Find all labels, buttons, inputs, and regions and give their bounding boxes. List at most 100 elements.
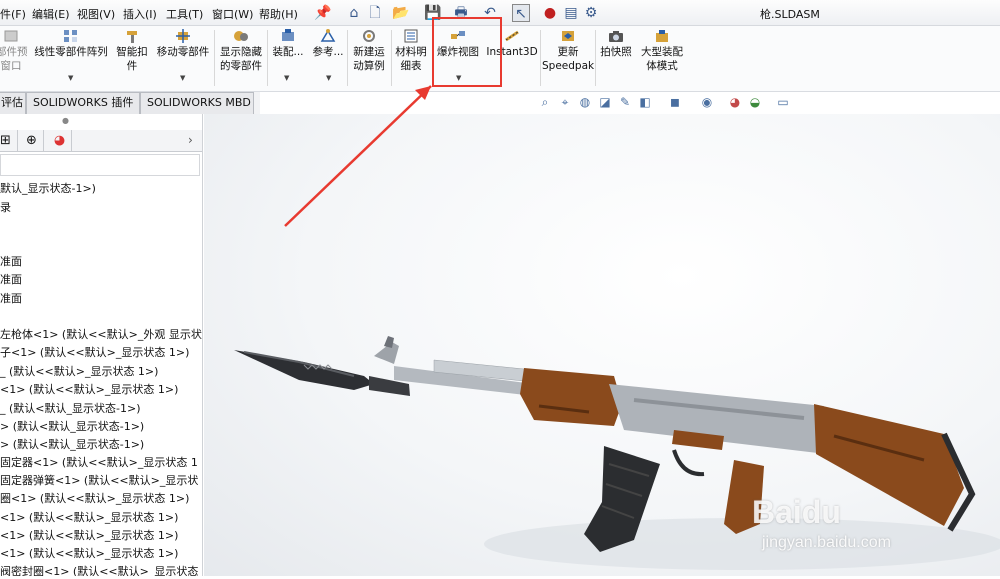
preview-window-button[interactable]: 部件预 窗口 (0, 28, 28, 73)
tree-item[interactable]: 准面 (0, 271, 22, 287)
bayonet-blade (234, 350, 374, 390)
file-properties-icon[interactable]: ▤ (562, 4, 580, 22)
preview-window-label: 部件预 窗口 (0, 46, 28, 72)
ribbon-separator (595, 30, 596, 86)
home-icon[interactable]: ⌂ (345, 4, 363, 22)
ribbon-separator (540, 30, 541, 86)
new-motion-study-label: 新建运 动算例 (353, 46, 385, 72)
feature-manager-panel: ● ⊞ ⊕ ◕ › 默认_显示状态-1>) 录 准面 准面 准面 左枪体<1> … (0, 114, 203, 576)
zoom-to-area-icon[interactable]: ⌖ (558, 95, 572, 109)
tree-item[interactable]: 固定器弹簧<1> (默认<<默认>_显示状 (0, 472, 198, 488)
view-settings-icon[interactable]: ▭ (776, 95, 790, 109)
menu-help[interactable]: 帮助(H) (259, 6, 298, 22)
tab-solidworks-mbd[interactable]: SOLIDWORKS MBD (140, 92, 254, 114)
document-title: 枪.SLDASM (760, 8, 820, 21)
update-speedpak-label: 更新 Speedpak (542, 46, 595, 72)
view-orientation-icon[interactable]: ◧ (638, 95, 652, 109)
tree-item[interactable]: 左枪体<1> (默认<<默认>_外观 显示状 (0, 326, 202, 342)
move-component-dropdown-icon[interactable]: ▼ (180, 74, 185, 82)
menu-edit[interactable]: 编辑(E) (32, 6, 70, 22)
large-assembly-label: 大型装配 体模式 (641, 46, 683, 72)
tree-item[interactable]: <1> (默认<<默认>_显示状态 1>) (0, 381, 178, 397)
select-cursor-icon[interactable]: ↖ (512, 4, 530, 22)
apply-scene-icon[interactable]: ◒ (748, 95, 762, 109)
take-snapshot-button[interactable]: 拍快照 (597, 28, 635, 59)
linear-pattern-button[interactable]: 线性零部件阵列 (30, 28, 112, 59)
show-hidden-icon (234, 31, 248, 41)
update-speedpak-button[interactable]: 更新 Speedpak (542, 28, 594, 73)
large-assembly-mode-button[interactable]: 大型装配 体模式 (636, 28, 688, 73)
tree-item[interactable]: > (默认<默认_显示状态-1>) (0, 436, 144, 452)
tree-item[interactable]: 圈<1> (默认<<默认>_显示状态 1>) (0, 490, 189, 506)
section-view-icon[interactable]: ◪ (598, 95, 612, 109)
linear-pattern-icon (64, 30, 77, 42)
zoom-to-fit-icon[interactable]: ⌕ (538, 95, 552, 109)
edit-appearance-icon[interactable]: ◕ (728, 95, 742, 109)
command-tabs: 评估 SOLIDWORKS 插件 SOLIDWORKS MBD (0, 92, 260, 114)
display-manager-icon[interactable]: ◕ (48, 130, 72, 152)
tree-filter-input[interactable] (0, 154, 200, 176)
tree-item[interactable]: <1> (默认<<默认>_显示状态 1>) (0, 527, 178, 543)
pin-icon[interactable]: 📌 (314, 4, 332, 22)
watermark-url: jingyan.baidu.com (762, 534, 891, 551)
display-style-icon[interactable]: ◼ (668, 95, 682, 109)
tree-item[interactable]: _ (默认<<默认>_显示状态 1>) (0, 363, 158, 379)
panel-splitter-handle[interactable]: ● (62, 116, 69, 125)
menu-window[interactable]: 窗口(W) (212, 6, 253, 22)
configuration-manager-icon[interactable]: ⊞ (0, 130, 18, 152)
reference-geometry-button[interactable]: 参考... (308, 28, 348, 59)
tree-item[interactable]: 子<1> (默认<<默认>_显示状态 1>) (0, 344, 189, 360)
smart-fastener-button[interactable]: 智能扣 件 (112, 28, 152, 73)
panel-expand-arrow-icon[interactable]: › (188, 133, 193, 147)
tree-item[interactable]: > (默认<默认_显示状态-1>) (0, 418, 144, 434)
dimxpert-manager-icon[interactable]: ⊕ (20, 130, 44, 152)
menu-tools[interactable]: 工具(T) (166, 6, 203, 22)
ribbon-separator (214, 30, 215, 86)
tree-item[interactable]: 准面 (0, 290, 22, 306)
tab-solidworks-addins[interactable]: SOLIDWORKS 插件 (26, 92, 140, 114)
preview-icon (4, 30, 18, 42)
tree-item[interactable]: 准面 (0, 253, 22, 269)
hide-show-items-icon[interactable]: ◉ (700, 95, 714, 109)
large-assembly-icon (656, 30, 668, 42)
tab-evaluate[interactable]: 评估 (0, 92, 26, 114)
open-folder-icon[interactable]: 📂 (392, 4, 410, 22)
tree-item[interactable]: 录 (0, 199, 11, 215)
assembly-features-label: 装配... (272, 46, 304, 58)
watermark-logo: Baidu (752, 494, 841, 530)
move-component-label: 移动零部件 (156, 46, 210, 58)
tree-item[interactable]: 默认_显示状态-1>) (0, 180, 96, 196)
linear-pattern-label: 线性零部件阵列 (34, 46, 108, 58)
menu-insert[interactable]: 插入(I) (123, 6, 157, 22)
tree-item[interactable]: _ (默认<默认_显示状态-1>) (0, 400, 140, 416)
new-motion-study-button[interactable]: 新建运 动算例 (348, 28, 390, 73)
camera-icon (609, 31, 623, 42)
speedpak-icon (562, 31, 574, 41)
smart-fastener-label: 智能扣 件 (116, 46, 148, 72)
tree-item[interactable]: <1> (默认<<默认>_显示状态 1>) (0, 509, 178, 525)
tree-item[interactable]: 固定器<1> (默认<<默认>_显示状态 1 (0, 454, 198, 470)
take-snapshot-label: 拍快照 (600, 46, 632, 58)
tree-item[interactable]: <1> (默认<<默认>_显示状态 1>) (0, 545, 178, 561)
annotation-arrow-line (284, 85, 432, 227)
options-gear-icon[interactable]: ⚙ (582, 4, 600, 22)
bill-of-materials-button[interactable]: 材料明 细表 (392, 28, 430, 73)
graphics-area[interactable] (204, 17, 1000, 576)
tree-item[interactable]: 阀密封圈<1> (默认<<默认>_显示状态 (0, 563, 198, 576)
panel-collapse-handle[interactable] (202, 402, 203, 432)
new-document-icon[interactable]: 🗋 (366, 4, 384, 22)
move-component-button[interactable]: 移动零部件 (152, 28, 214, 59)
move-component-icon (176, 29, 190, 43)
assembly-features-button[interactable]: 装配... (268, 28, 308, 59)
dynamic-annotation-icon[interactable]: ✎ (618, 95, 632, 109)
smart-fastener-icon (127, 31, 137, 43)
panel-tab-strip: ⊞ ⊕ ◕ › (0, 130, 202, 152)
rebuild-icon[interactable]: ● (541, 4, 559, 22)
menu-file[interactable]: 件(F) (0, 6, 26, 22)
menu-view[interactable]: 视图(V) (77, 6, 115, 22)
reference-geometry-label: 参考... (312, 46, 344, 58)
previous-view-icon[interactable]: ◍ (578, 95, 592, 109)
linear-pattern-dropdown-icon[interactable]: ▼ (68, 74, 73, 82)
handguard (520, 368, 622, 426)
show-hidden-components-button[interactable]: 显示隐藏 的零部件 (216, 28, 266, 73)
